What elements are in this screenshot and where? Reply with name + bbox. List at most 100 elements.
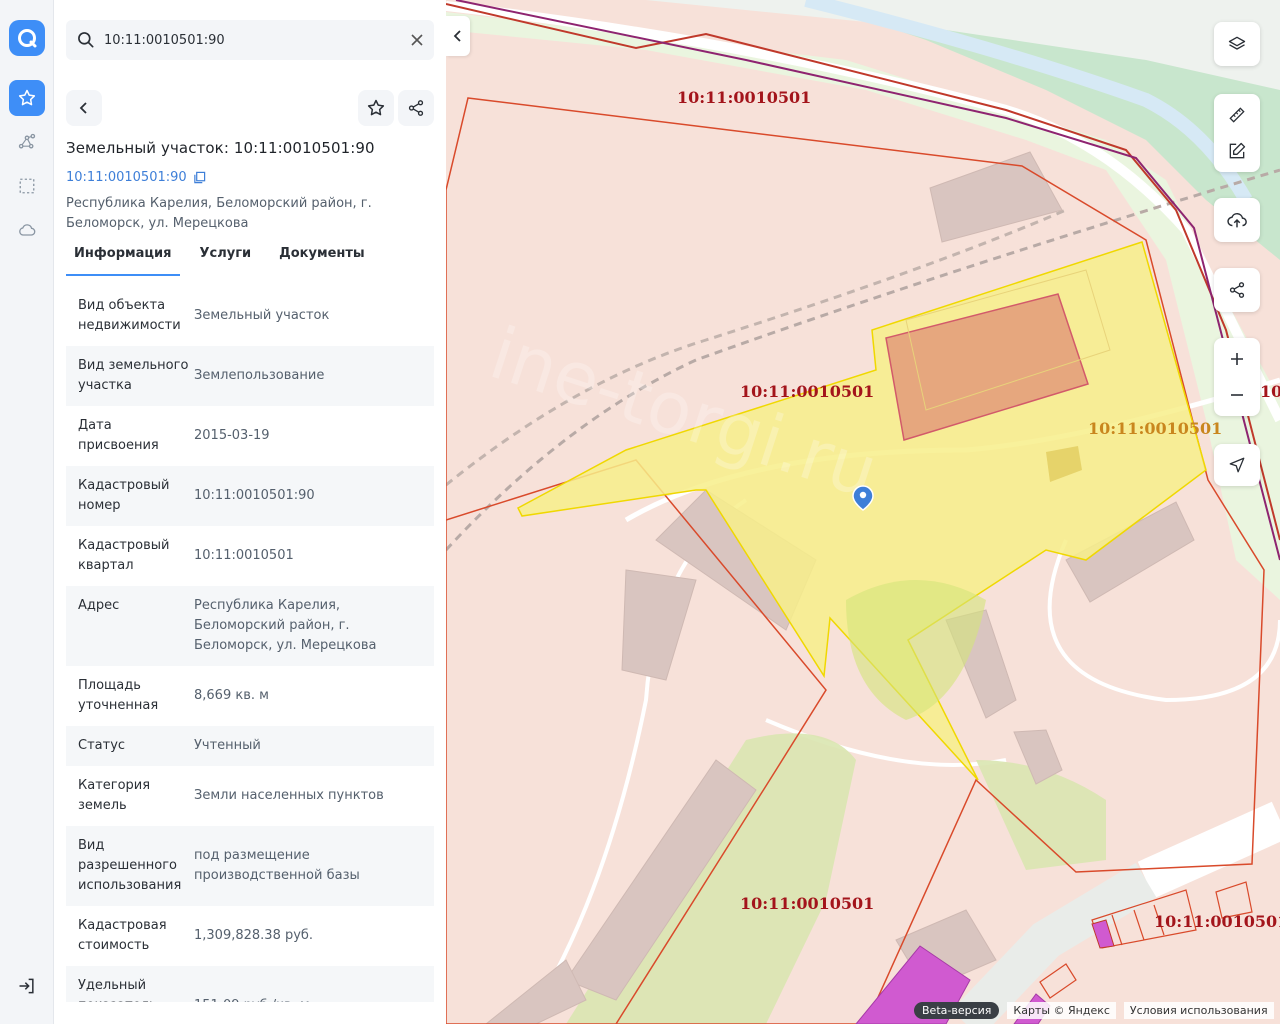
row-label: Статус xyxy=(78,738,126,753)
row-value: Учтенный xyxy=(194,738,261,753)
search-box xyxy=(66,20,434,60)
row-label: Удельный показатель кадастровой xyxy=(78,978,157,1002)
share-map-button[interactable] xyxy=(1214,268,1260,312)
tab-documents[interactable]: Документы xyxy=(271,240,373,276)
zoom-in-button[interactable] xyxy=(1214,341,1260,377)
ruler-icon xyxy=(1229,107,1245,123)
cloud-icon xyxy=(19,224,36,236)
row-value: Республика Карелия, Беломорский район, г… xyxy=(194,598,377,653)
cadastral-number-text[interactable]: 10:11:0010501:90 xyxy=(66,170,187,185)
favorites-button[interactable] xyxy=(9,80,45,116)
cloud-upload-icon xyxy=(1227,212,1247,228)
table-row: Категория земель Земли населенных пунктов xyxy=(66,766,434,826)
logo-icon xyxy=(18,29,37,48)
row-value: 8,669 кв. м xyxy=(194,688,269,703)
layers-button[interactable] xyxy=(1214,22,1260,66)
nodes-icon xyxy=(18,133,36,149)
map-cadastral-label: 10:11:0010501 xyxy=(1154,912,1280,931)
row-value: 10:11:0010501 xyxy=(194,548,294,563)
logout-button[interactable] xyxy=(9,968,45,1004)
zoom-control xyxy=(1214,338,1260,416)
copy-icon[interactable] xyxy=(193,171,206,184)
tab-services[interactable]: Услуги xyxy=(192,240,260,276)
row-label: Адрес xyxy=(78,598,120,613)
map-footer: Beta-версия Карты © Яндекс Условия испол… xyxy=(914,1002,1274,1019)
map-copyright[interactable]: Карты © Яндекс xyxy=(1007,1002,1116,1019)
search-input[interactable] xyxy=(104,20,404,60)
share-icon xyxy=(408,100,424,116)
collapse-panel-button[interactable] xyxy=(446,16,470,56)
logout-icon xyxy=(19,978,34,994)
geolocation-button[interactable] xyxy=(1214,444,1260,486)
map-canvas[interactable]: ine-torgi.ru xyxy=(446,0,1280,1024)
table-row: Дата присвоения 2015-03-19 xyxy=(66,406,434,466)
table-row: Кадастровая стоимость 1,309,828.38 руб. xyxy=(66,906,434,966)
select-area-button[interactable] xyxy=(9,168,45,204)
clear-search-icon[interactable] xyxy=(410,32,424,51)
row-value: 1,309,828.38 руб. xyxy=(194,928,314,943)
table-row: Вид разрешенного использования под размещ… xyxy=(66,826,434,906)
layers-control xyxy=(1214,22,1260,66)
cloud-button[interactable] xyxy=(9,212,45,248)
row-label: Категория земель xyxy=(78,778,151,813)
minus-icon xyxy=(1231,394,1243,396)
share-map-control xyxy=(1214,268,1260,312)
add-favorite-button[interactable] xyxy=(358,90,394,126)
navigation-arrow-icon xyxy=(1229,457,1245,473)
row-value: 151.09 руб./кв. м xyxy=(194,976,422,1002)
graph-tool-button[interactable] xyxy=(9,124,45,160)
map-cadastral-label: 10:11:0010501 xyxy=(677,88,812,107)
search-icon xyxy=(76,30,96,54)
map-cadastral-label: 10:11:0010501 xyxy=(740,382,875,401)
map-cadastral-label: 10:11:0010501 xyxy=(1088,419,1223,438)
terms-link[interactable]: Условия использования xyxy=(1123,1002,1274,1019)
table-row: Кадастровый номер 10:11:0010501:90 xyxy=(66,466,434,526)
row-value: под размещение производственной базы xyxy=(194,848,360,883)
row-label: Кадастровая стоимость xyxy=(78,918,167,953)
info-table: Вид объекта недвижимости Земельный участо… xyxy=(66,286,434,1002)
share-icon xyxy=(1229,282,1245,298)
share-button[interactable] xyxy=(398,90,434,126)
zoom-out-button[interactable] xyxy=(1214,377,1260,413)
star-icon xyxy=(367,99,385,116)
upload-button[interactable] xyxy=(1214,198,1260,242)
measure-control xyxy=(1214,94,1260,172)
layers-icon xyxy=(1228,36,1246,50)
cadastral-number-link[interactable]: 10:11:0010501:90 xyxy=(66,170,206,185)
beta-badge: Beta-версия xyxy=(914,1002,1000,1019)
row-label: Вид разрешенного использования xyxy=(78,838,182,893)
geolocation-control xyxy=(1214,444,1260,486)
row-label: Кадастровый номер xyxy=(78,478,170,513)
left-rail xyxy=(0,0,54,1024)
row-label: Дата присвоения xyxy=(78,418,159,453)
table-row: Вид земельного участка Землепользование xyxy=(66,346,434,406)
row-value: Земельный участок xyxy=(194,308,330,323)
row-label: Кадастровый квартал xyxy=(78,538,170,573)
map-cadastral-label: 10:11:0010501 xyxy=(740,894,875,913)
tab-info[interactable]: Информация xyxy=(66,240,180,276)
row-value: Землепользование xyxy=(194,368,325,383)
object-panel: Земельный участок: 10:11:0010501:90 10:1… xyxy=(54,0,446,1024)
table-row: Удельный показатель кадастровой 151.09 ру… xyxy=(66,966,434,1002)
tabs: Информация Услуги Документы xyxy=(66,240,385,276)
row-label: Вид объекта недвижимости xyxy=(78,298,181,333)
draw-button[interactable] xyxy=(1214,133,1260,169)
row-value: Земли населенных пунктов xyxy=(194,788,384,803)
table-row: Площадь уточненная 8,669 кв. м xyxy=(66,666,434,726)
back-button[interactable] xyxy=(66,90,102,126)
row-label: Площадь уточненная xyxy=(78,678,159,713)
ruler-button[interactable] xyxy=(1214,97,1260,133)
map-view[interactable]: ine-torgi.ru 10:11:0010501 10:11:0010501… xyxy=(446,0,1280,1024)
dashed-square-icon xyxy=(19,178,35,194)
map-cadastral-label: 10: xyxy=(1260,382,1280,401)
chevron-left-icon xyxy=(453,30,461,42)
table-row: Статус Учтенный xyxy=(66,726,434,766)
chevron-left-icon xyxy=(79,102,87,114)
star-icon xyxy=(18,89,36,106)
object-address: Республика Карелия, Беломорский район, г… xyxy=(66,196,372,231)
table-row: Вид объекта недвижимости Земельный участо… xyxy=(66,286,434,346)
edit-icon xyxy=(1229,142,1246,159)
app-logo[interactable] xyxy=(9,20,45,56)
table-row: Адрес Республика Карелия, Беломорский рай… xyxy=(66,586,434,666)
plus-icon xyxy=(1231,353,1243,365)
